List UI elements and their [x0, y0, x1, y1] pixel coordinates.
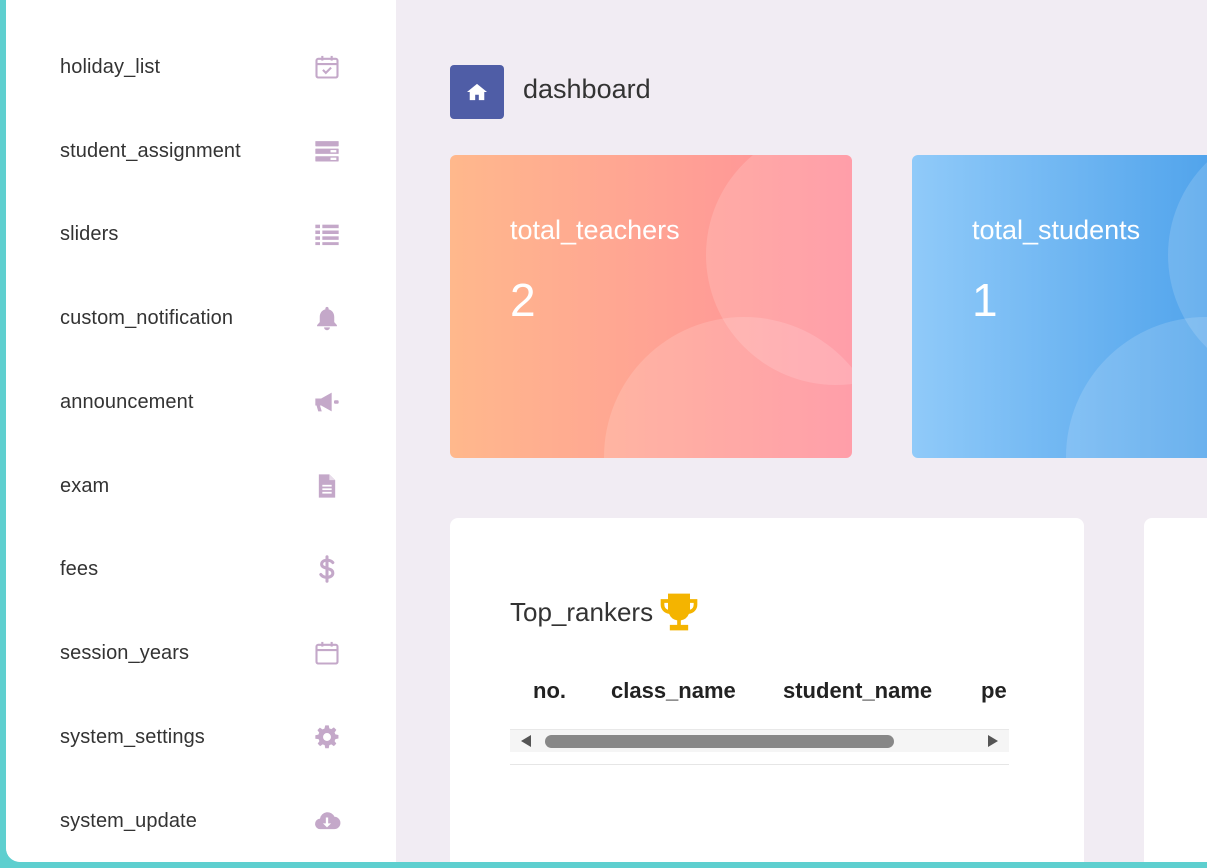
secondary-panel	[1144, 518, 1207, 862]
sidebar-item-sliders[interactable]: sliders	[6, 204, 396, 264]
calendar-icon	[312, 638, 342, 668]
sidebar-item-custom-notification[interactable]: custom_notification	[6, 288, 396, 348]
sidebar-item-system-update[interactable]: system_update	[6, 791, 396, 851]
column-header[interactable]: no.	[533, 678, 566, 704]
sidebar-item-announcement[interactable]: announcement	[6, 372, 396, 432]
sidebar-item-holiday-list[interactable]: holiday_list	[6, 37, 396, 97]
sidebar-item-fees[interactable]: fees	[6, 539, 396, 599]
scroll-right-arrow-icon[interactable]	[988, 735, 998, 747]
home-icon	[467, 83, 487, 101]
dollar-icon	[312, 554, 342, 584]
scrollbar-thumb[interactable]	[545, 735, 894, 748]
sidebar-item-label: fees	[60, 557, 99, 580]
sidebar-item-label: custom_notification	[60, 306, 234, 329]
top-rankers-panel: Top_rankers no. class_name student_name …	[450, 518, 1084, 862]
sidebar-item-student-assignment[interactable]: student_assignment	[6, 121, 396, 181]
sidebar-item-label: system_update	[60, 809, 197, 832]
sidebar-item-label: session_years	[60, 641, 190, 664]
stat-card-total-students[interactable]: total_students 1	[912, 155, 1207, 458]
stat-value: 2	[510, 274, 536, 326]
gear-icon	[312, 722, 342, 752]
top-rankers-title: Top_rankers	[510, 596, 654, 627]
column-header[interactable]: student_name	[783, 678, 932, 704]
sidebar-item-system-settings[interactable]: system_settings	[6, 707, 396, 767]
bell-icon	[312, 303, 342, 333]
sidebar-item-label: system_settings	[60, 725, 205, 748]
megaphone-icon	[312, 387, 342, 417]
sidebar: holiday_list student_assignment sliders …	[6, 0, 396, 862]
column-header[interactable]: pe	[981, 678, 1007, 704]
scroll-left-arrow-icon[interactable]	[521, 735, 531, 747]
cloud-download-icon	[312, 806, 342, 836]
list-icon	[312, 219, 342, 249]
sidebar-item-exam[interactable]: exam	[6, 456, 396, 516]
top-rankers-table: no. class_name student_name pe	[510, 660, 1009, 766]
panel-title: Top_rankers	[510, 590, 701, 634]
stat-label: total_students	[972, 215, 1141, 245]
assignment-list-icon	[312, 136, 342, 166]
file-text-icon	[312, 471, 342, 501]
sidebar-item-label: student_assignment	[60, 139, 241, 162]
sidebar-item-label: announcement	[60, 390, 194, 413]
sidebar-item-label: holiday_list	[60, 55, 161, 78]
home-button[interactable]	[450, 65, 504, 119]
app-frame: holiday_list student_assignment sliders …	[6, 0, 1207, 862]
table-divider	[510, 764, 1009, 765]
calendar-check-icon	[312, 52, 342, 82]
stat-value: 1	[972, 274, 998, 326]
stat-label: total_teachers	[510, 215, 680, 245]
card-decoration	[1066, 317, 1207, 458]
stat-card-total-teachers[interactable]: total_teachers 2	[450, 155, 852, 458]
table-header-row: no. class_name student_name pe	[510, 660, 1009, 728]
page-title: dashboard	[523, 74, 651, 104]
sidebar-item-label: sliders	[60, 222, 119, 245]
column-header[interactable]: class_name	[611, 678, 736, 704]
main-content: dashboard total_teachers 2 total_student…	[396, 0, 1207, 862]
card-decoration	[604, 317, 852, 458]
sidebar-item-label: exam	[60, 474, 110, 497]
horizontal-scrollbar[interactable]	[510, 729, 1009, 752]
trophy-icon	[660, 593, 698, 631]
sidebar-item-session-years[interactable]: session_years	[6, 623, 396, 683]
